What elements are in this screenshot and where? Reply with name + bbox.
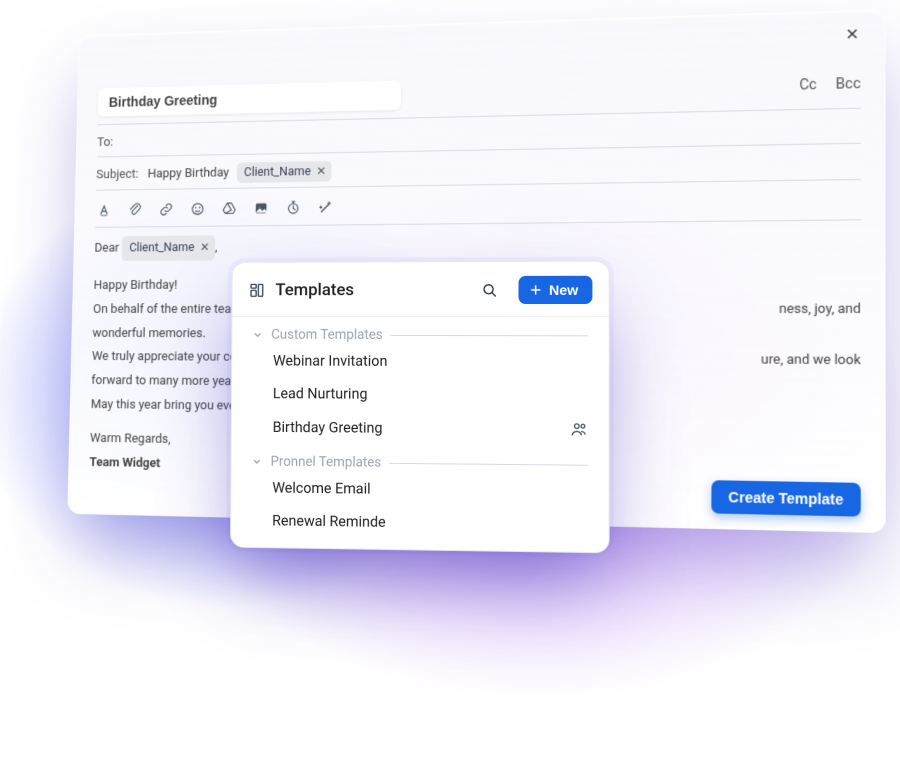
chip-remove-icon[interactable]: ✕ [316, 164, 326, 178]
subject-variable-chip[interactable]: Client_Name ✕ [236, 161, 332, 183]
template-item[interactable]: Lead Nurturing [232, 377, 609, 412]
body-text: Dear [94, 241, 119, 256]
chip-label: Client_Name [129, 238, 195, 258]
search-icon[interactable] [480, 281, 498, 299]
drive-icon[interactable] [220, 199, 237, 217]
template-name-input[interactable] [98, 80, 401, 116]
shared-users-icon [570, 420, 588, 438]
template-item[interactable]: Birthday Greeting [232, 410, 609, 447]
body-variable-chip[interactable]: Client_Name ✕ [122, 235, 216, 261]
section-label: Pronnel Templates [271, 454, 382, 471]
close-icon[interactable] [839, 21, 865, 46]
cc-button[interactable]: Cc [799, 77, 816, 94]
divider [389, 462, 588, 465]
new-button-label: New [549, 282, 578, 298]
attachment-icon[interactable] [126, 201, 143, 218]
subject-text: Happy Birthday [147, 165, 229, 181]
image-icon[interactable] [252, 199, 269, 217]
chevron-down-icon [251, 456, 263, 468]
templates-icon [248, 281, 266, 299]
template-item[interactable]: Webinar Invitation [232, 345, 609, 379]
template-item-label: Webinar Invitation [273, 353, 387, 370]
schedule-icon[interactable] [284, 199, 301, 217]
body-text: We truly appreciate your con [92, 348, 244, 369]
template-item-label: Renewal Reminde [272, 512, 386, 531]
body-text: , [215, 240, 218, 255]
template-item[interactable]: Renewal Reminde [231, 504, 609, 542]
body-text: ness, joy, and [779, 299, 861, 321]
templates-section-header[interactable]: Pronnel Templates [231, 443, 608, 475]
formatting-toolbar [95, 193, 334, 223]
popover-title: Templates [275, 280, 470, 300]
to-label: To: [97, 135, 113, 150]
create-template-button[interactable]: Create Template [711, 480, 860, 517]
section-label: Custom Templates [271, 327, 383, 343]
bcc-button[interactable]: Bcc [836, 76, 861, 93]
chevron-down-icon [252, 329, 264, 341]
body-text: ure, and we look [761, 351, 861, 373]
templates-popover: Templates New Custom Templates Webinar I… [230, 261, 610, 554]
template-item-label: Welcome Email [272, 480, 370, 498]
template-item[interactable]: Welcome Email [231, 471, 608, 508]
divider [391, 334, 589, 335]
body-text: On behalf of the entire team [93, 300, 242, 320]
chip-label: Client_Name [244, 164, 311, 180]
template-item-label: Birthday Greeting [273, 419, 383, 437]
emoji-icon[interactable] [189, 200, 206, 218]
chip-remove-icon[interactable]: ✕ [200, 239, 210, 258]
template-item-label: Lead Nurturing [273, 385, 368, 402]
text-format-icon[interactable] [95, 201, 112, 218]
subject-label: Subject: [96, 167, 139, 182]
templates-section-header[interactable]: Custom Templates [232, 317, 608, 345]
new-template-button[interactable]: New [519, 276, 593, 304]
magic-wand-icon[interactable] [316, 198, 333, 216]
link-icon[interactable] [157, 200, 174, 217]
